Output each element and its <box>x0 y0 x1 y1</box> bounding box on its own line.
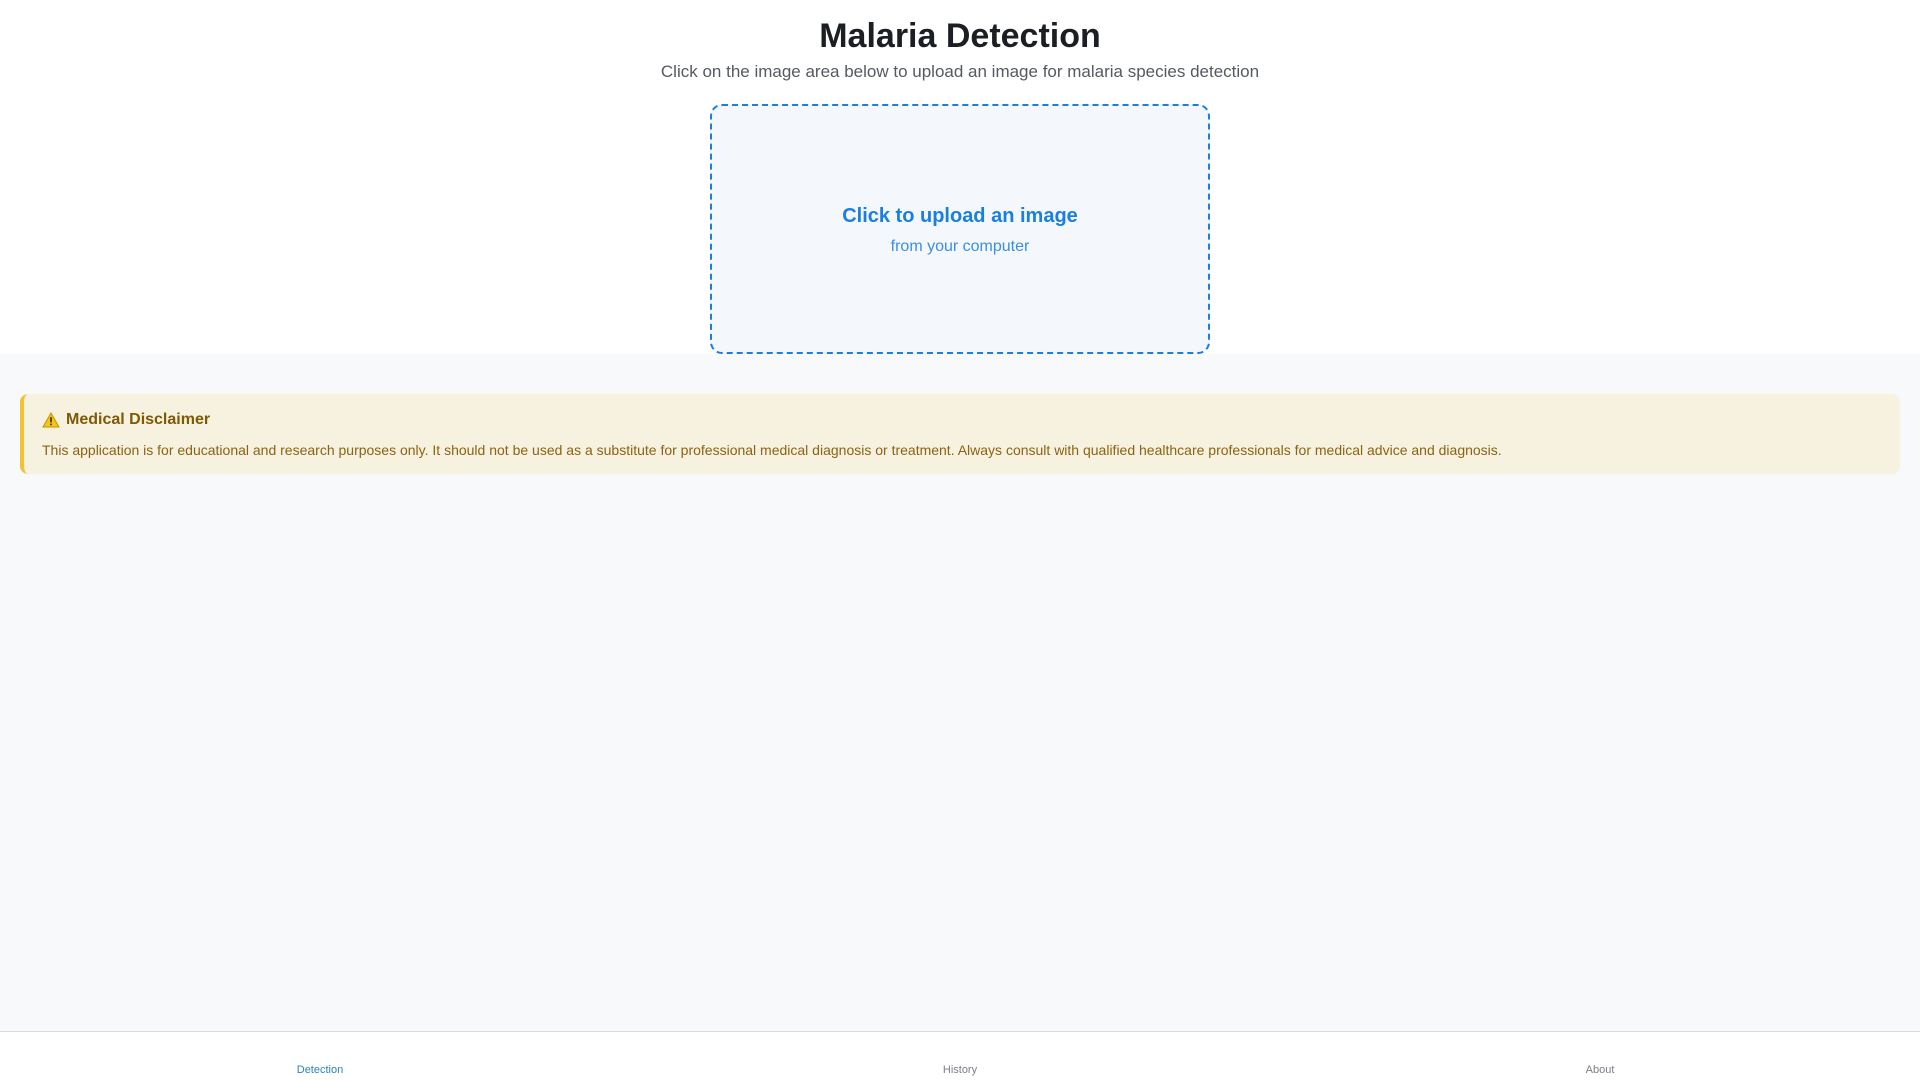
bottom-navigation: Detection History About <box>0 1031 1920 1080</box>
image-upload-area[interactable]: Click to upload an image from your compu… <box>710 104 1210 354</box>
warning-icon <box>42 411 60 428</box>
medical-disclaimer: Medical Disclaimer This application is f… <box>20 394 1900 474</box>
disclaimer-heading: Medical Disclaimer <box>66 411 211 428</box>
disclaimer-heading-row: Medical Disclaimer <box>42 410 1882 430</box>
tab-detection[interactable]: Detection <box>220 1063 420 1077</box>
page-subtitle: Click on the image area below to upload … <box>660 62 1260 81</box>
upload-subtitle: from your computer <box>890 238 1030 255</box>
tab-about[interactable]: About <box>1500 1063 1700 1077</box>
page-title: Malaria Detection <box>819 17 1101 55</box>
disclaimer-text: This application is for educational and … <box>42 442 1502 458</box>
upload-title: Click to upload an image <box>842 205 1078 227</box>
app-page: Malaria Detection Click on the image are… <box>0 0 1920 1080</box>
tab-history[interactable]: History <box>860 1063 1060 1077</box>
detection-header-section: Malaria Detection Click on the image are… <box>0 0 1920 354</box>
